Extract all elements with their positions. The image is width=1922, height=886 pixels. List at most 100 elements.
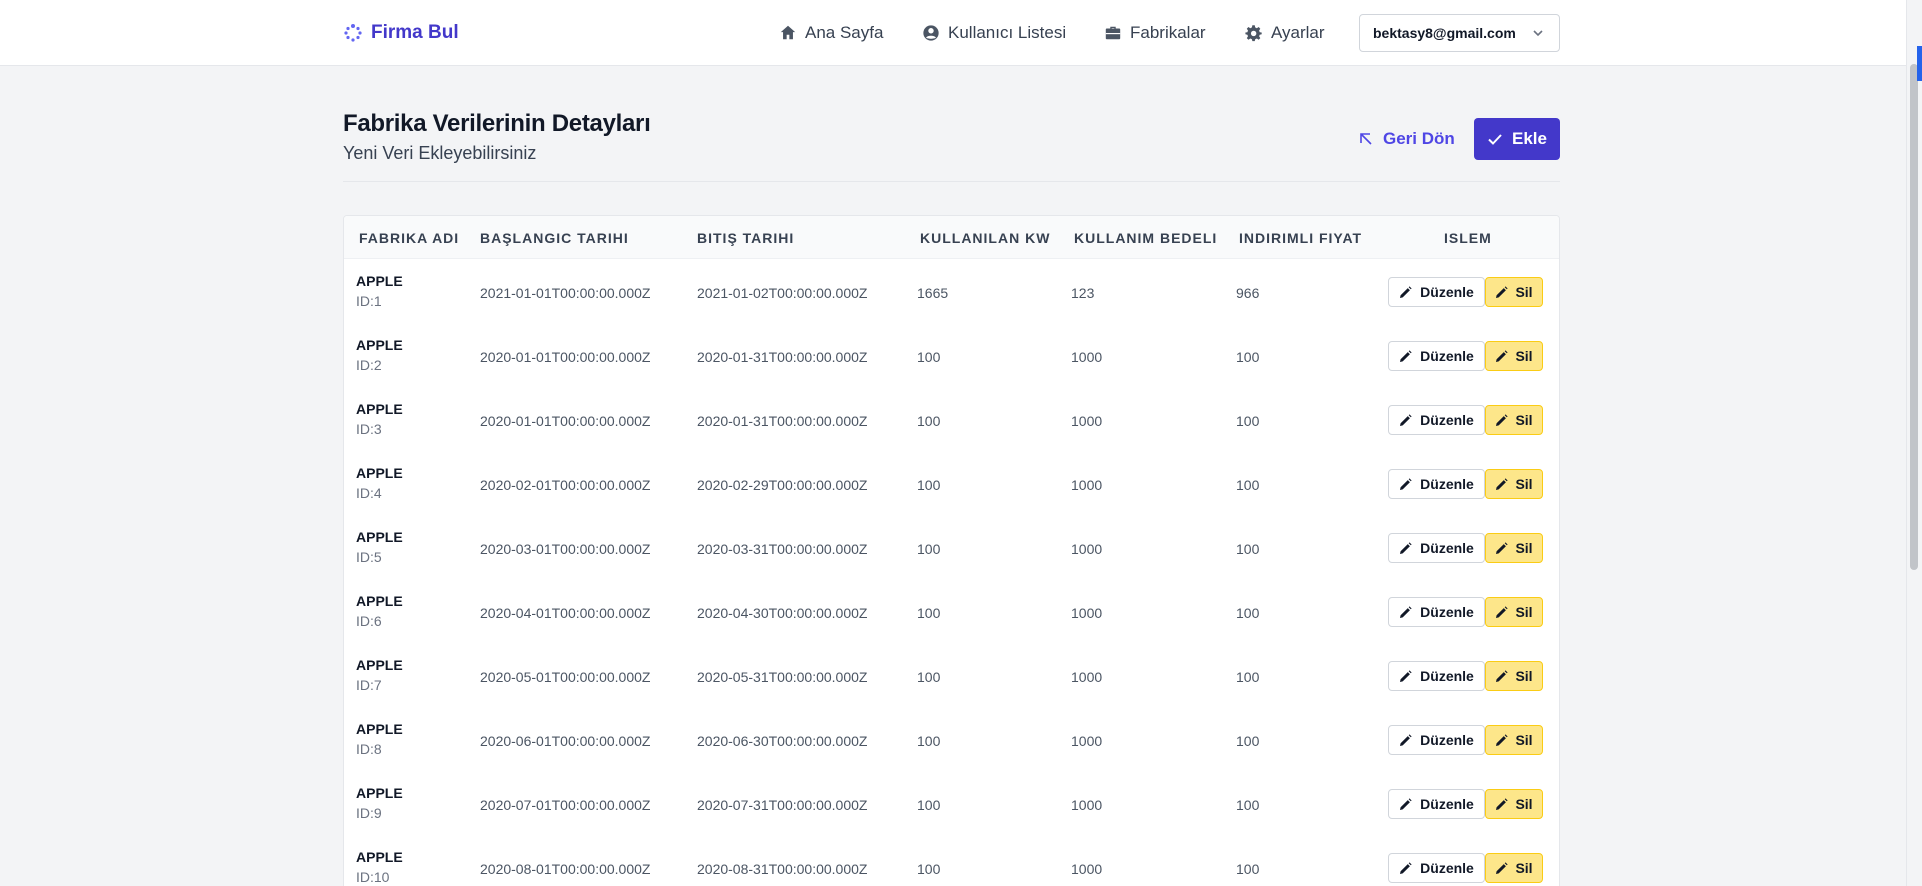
scrollbar-thumb[interactable] xyxy=(1910,64,1918,570)
edit-button-label: Düzenle xyxy=(1420,668,1474,684)
edit-button[interactable]: Düzenle xyxy=(1388,725,1485,755)
factory-name: APPLE xyxy=(356,593,403,609)
discounted-price: 100 xyxy=(1236,733,1260,749)
start-date: 2020-08-01T00:00:00.000Z xyxy=(480,861,651,877)
table-row: APPLE ID:8 2020-06-01T00:00:00.000Z 2020… xyxy=(344,708,1559,772)
used-kw: 1665 xyxy=(917,285,949,301)
pencil-icon xyxy=(1496,797,1509,810)
delete-button[interactable]: Sil xyxy=(1485,405,1543,435)
window-edge-accent xyxy=(1917,46,1922,81)
edit-button-label: Düzenle xyxy=(1420,604,1474,620)
edit-button[interactable]: Düzenle xyxy=(1388,661,1485,691)
top-navbar: Firma Bul Ana Sayfa Kullanıcı Listesi Fa… xyxy=(0,0,1922,66)
edit-button[interactable]: Düzenle xyxy=(1388,277,1485,307)
used-kw: 100 xyxy=(917,605,941,621)
nav-home-label: Ana Sayfa xyxy=(805,23,884,42)
edit-button[interactable]: Düzenle xyxy=(1388,597,1485,627)
discounted-price: 100 xyxy=(1236,669,1260,685)
add-button[interactable]: Ekle xyxy=(1474,118,1560,160)
nav-settings[interactable]: Ayarlar xyxy=(1245,20,1325,46)
delete-button-label: Sil xyxy=(1515,604,1533,620)
factory-name: APPLE xyxy=(356,721,403,737)
delete-button[interactable]: Sil xyxy=(1485,597,1543,627)
table-header: FABRIKA ADI BAŞLANGIC TARIHI BITIŞ TARIH… xyxy=(344,216,1559,259)
edit-button-label: Düzenle xyxy=(1420,540,1474,556)
delete-button[interactable]: Sil xyxy=(1485,469,1543,499)
delete-button[interactable]: Sil xyxy=(1485,341,1543,371)
pencil-icon xyxy=(1496,285,1509,298)
usage-cost: 1000 xyxy=(1071,861,1103,877)
usage-cost: 1000 xyxy=(1071,797,1103,813)
factory-id: ID:4 xyxy=(356,485,382,501)
edit-button[interactable]: Düzenle xyxy=(1388,533,1485,563)
factory-id: ID:6 xyxy=(356,613,382,629)
start-date: 2020-06-01T00:00:00.000Z xyxy=(480,733,651,749)
back-button[interactable]: Geri Dön xyxy=(1358,118,1455,160)
delete-button[interactable]: Sil xyxy=(1485,789,1543,819)
page-scrollbar[interactable] xyxy=(1906,0,1922,886)
nav-factories[interactable]: Fabrikalar xyxy=(1104,20,1206,46)
edit-button[interactable]: Düzenle xyxy=(1388,853,1485,883)
used-kw: 100 xyxy=(917,349,941,365)
factory-id: ID:10 xyxy=(356,869,390,885)
brand-link[interactable]: Firma Bul xyxy=(343,20,459,46)
nav-home[interactable]: Ana Sayfa xyxy=(779,20,883,46)
end-date: 2020-02-29T00:00:00.000Z xyxy=(697,477,868,493)
delete-button[interactable]: Sil xyxy=(1485,533,1543,563)
page-title: Fabrika Verilerinin Detayları xyxy=(343,110,651,137)
pencil-icon xyxy=(1400,669,1412,682)
nav-user-list-label: Kullanıcı Listesi xyxy=(948,23,1067,42)
user-account-select[interactable]: bektasy8@gmail.com xyxy=(1359,14,1560,52)
edit-button-label: Düzenle xyxy=(1420,476,1474,492)
nav-user-list[interactable]: Kullanıcı Listesi xyxy=(922,20,1066,46)
delete-button[interactable]: Sil xyxy=(1485,277,1543,307)
usage-cost: 1000 xyxy=(1071,477,1103,493)
delete-button-label: Sil xyxy=(1515,540,1533,556)
brand-name: Firma Bul xyxy=(371,22,459,43)
delete-button[interactable]: Sil xyxy=(1485,661,1543,691)
edit-button[interactable]: Düzenle xyxy=(1388,341,1485,371)
delete-button[interactable]: Sil xyxy=(1485,853,1543,883)
end-date: 2020-08-31T00:00:00.000Z xyxy=(697,861,868,877)
delete-button[interactable]: Sil xyxy=(1485,725,1543,755)
start-date: 2020-01-01T00:00:00.000Z xyxy=(480,413,651,429)
used-kw: 100 xyxy=(917,797,941,813)
edit-button-label: Düzenle xyxy=(1420,732,1474,748)
header-used-kw: KULLANILAN KW xyxy=(920,230,1051,246)
discounted-price: 100 xyxy=(1236,605,1260,621)
end-date: 2020-07-31T00:00:00.000Z xyxy=(697,797,868,813)
delete-button-label: Sil xyxy=(1515,668,1533,684)
header-usage-cost: KULLANIM BEDELI xyxy=(1074,230,1218,246)
edit-button[interactable]: Düzenle xyxy=(1388,469,1485,499)
used-kw: 100 xyxy=(917,413,941,429)
discounted-price: 100 xyxy=(1236,861,1260,877)
pencil-icon xyxy=(1496,349,1509,362)
start-date: 2020-02-01T00:00:00.000Z xyxy=(480,477,651,493)
user-email: bektasy8@gmail.com xyxy=(1373,25,1516,41)
edit-button[interactable]: Düzenle xyxy=(1388,789,1485,819)
table-row: APPLE ID:1 2021-01-01T00:00:00.000Z 2021… xyxy=(344,260,1559,324)
discounted-price: 100 xyxy=(1236,349,1260,365)
factory-name: APPLE xyxy=(356,849,403,865)
usage-cost: 1000 xyxy=(1071,349,1103,365)
pencil-icon xyxy=(1400,733,1412,746)
delete-button-label: Sil xyxy=(1515,412,1533,428)
edit-button-label: Düzenle xyxy=(1420,348,1474,364)
pencil-icon xyxy=(1400,349,1412,362)
table-row: APPLE ID:2 2020-01-01T00:00:00.000Z 2020… xyxy=(344,324,1559,388)
factory-id: ID:5 xyxy=(356,549,382,565)
edit-button-label: Düzenle xyxy=(1420,412,1474,428)
add-button-label: Ekle xyxy=(1512,129,1547,148)
arrow-up-left-icon xyxy=(1360,133,1372,145)
pencil-icon xyxy=(1400,861,1412,874)
heading-divider xyxy=(343,181,1560,182)
edit-button[interactable]: Düzenle xyxy=(1388,405,1485,435)
factory-id: ID:9 xyxy=(356,805,382,821)
factory-data-table: FABRIKA ADI BAŞLANGIC TARIHI BITIŞ TARIH… xyxy=(343,215,1560,886)
usage-cost: 1000 xyxy=(1071,669,1103,685)
pencil-icon xyxy=(1496,413,1509,426)
usage-cost: 123 xyxy=(1071,285,1095,301)
used-kw: 100 xyxy=(917,541,941,557)
delete-button-label: Sil xyxy=(1515,476,1533,492)
discounted-price: 100 xyxy=(1236,413,1260,429)
